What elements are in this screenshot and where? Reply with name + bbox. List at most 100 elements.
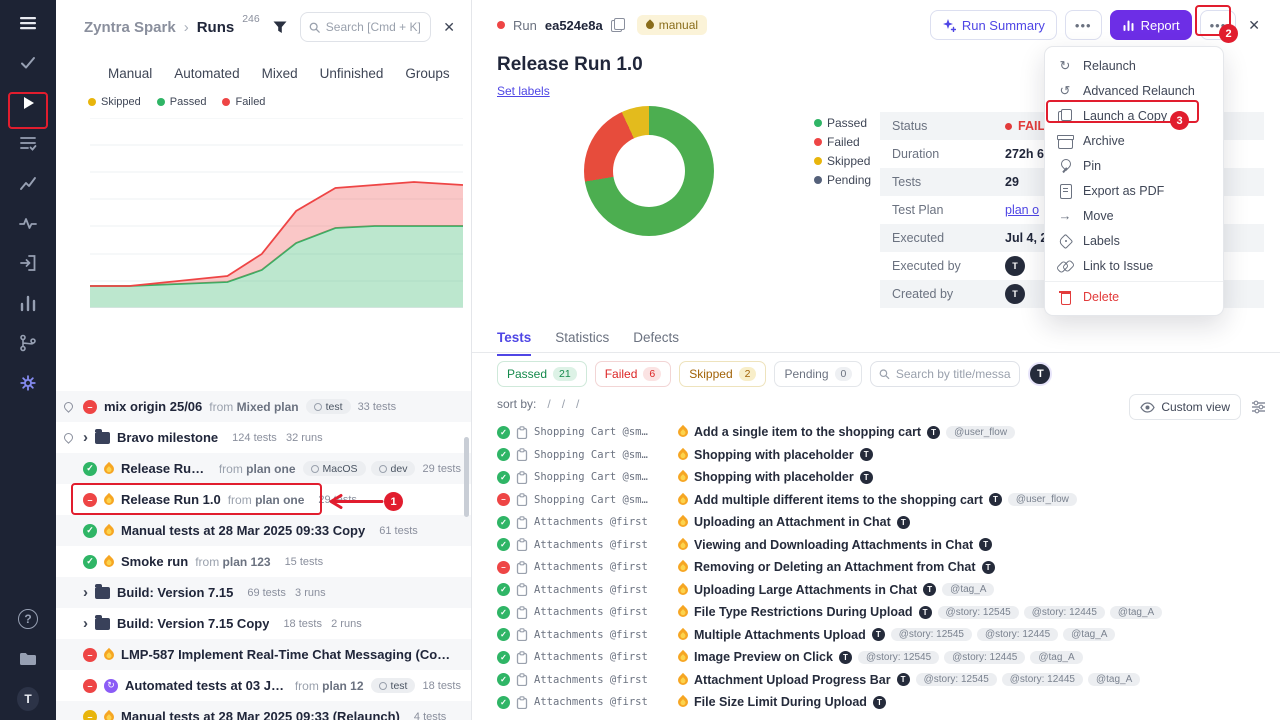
test-suite-name[interactable]: Attachments @first bbox=[534, 539, 672, 551]
menu-icon[interactable] bbox=[17, 12, 39, 34]
test-title[interactable]: Add a single item to the shopping cart bbox=[694, 425, 921, 439]
test-suite-name[interactable]: Attachments @first bbox=[534, 696, 672, 708]
test-title[interactable]: File Size Limit During Upload bbox=[694, 695, 867, 709]
test-row[interactable]: Attachments @first Attachment Upload Pro… bbox=[472, 669, 1280, 692]
run-summary-button[interactable]: Run Summary bbox=[930, 10, 1057, 40]
test-suite-name[interactable]: Attachments @first bbox=[534, 561, 672, 573]
run-list-item[interactable]: Release Run 1.0 Copy from plan one MacOS… bbox=[56, 453, 471, 484]
runs-tab[interactable]: Mixed bbox=[262, 66, 298, 81]
menu-item[interactable]: Move bbox=[1045, 203, 1223, 228]
runs-search[interactable] bbox=[300, 12, 432, 42]
test-suite-name[interactable]: Shopping Cart @sm… bbox=[534, 494, 672, 506]
menu-item[interactable]: Pin bbox=[1045, 153, 1223, 178]
branch-icon[interactable] bbox=[17, 332, 39, 354]
menu-item[interactable]: Advanced Relaunch bbox=[1045, 78, 1223, 103]
from-plan-name[interactable]: plan 123 bbox=[223, 555, 271, 569]
close-run-detail-icon[interactable]: ✕ bbox=[1244, 15, 1264, 36]
runs-search-input[interactable] bbox=[326, 20, 422, 34]
test-row[interactable]: Attachments @first Uploading an Attachme… bbox=[472, 511, 1280, 534]
runs-tab[interactable]: Manual bbox=[108, 66, 152, 81]
close-runs-panel-icon[interactable]: ✕ bbox=[439, 17, 459, 38]
run-list-item[interactable]: Manual tests at 28 Mar 2025 09:33 (Relau… bbox=[56, 701, 471, 720]
menu-item[interactable]: Relaunch bbox=[1045, 53, 1223, 78]
test-title[interactable]: Uploading an Attachment in Chat bbox=[694, 515, 891, 529]
test-title[interactable]: Multiple Attachments Upload bbox=[694, 628, 866, 642]
help-icon[interactable]: ? bbox=[17, 608, 39, 630]
sort-option-link[interactable] bbox=[542, 397, 550, 411]
from-plan-name[interactable]: plan 12 bbox=[322, 679, 363, 693]
run-list-item[interactable]: Release Run 1.0 from plan one 29 tests bbox=[56, 484, 471, 515]
run-list-item[interactable]: Smoke run from plan 123 15 tests bbox=[56, 546, 471, 577]
test-title[interactable]: Attachment Upload Progress Bar bbox=[694, 673, 891, 687]
test-suite-name[interactable]: Attachments @first bbox=[534, 651, 672, 663]
filter-funnel-icon[interactable] bbox=[268, 15, 292, 39]
test-suite-name[interactable]: Shopping Cart @sm… bbox=[534, 426, 672, 438]
projects-folder-icon[interactable] bbox=[17, 648, 39, 670]
run-list-item[interactable]: mix origin 25/06 from Mixed plan test 33… bbox=[56, 391, 471, 422]
custom-view-button[interactable]: Custom view bbox=[1129, 394, 1241, 420]
test-row[interactable]: Attachments @first File Type Restriction… bbox=[472, 601, 1280, 624]
menu-item[interactable]: Export as PDF bbox=[1045, 178, 1223, 203]
header-more-button-1[interactable]: ••• bbox=[1065, 10, 1102, 40]
scrollbar-thumb[interactable] bbox=[464, 437, 469, 517]
menu-item[interactable]: Launch a Copy bbox=[1045, 103, 1223, 128]
test-title[interactable]: Image Preview on Click bbox=[694, 650, 833, 664]
report-bars-icon[interactable] bbox=[17, 292, 39, 314]
tests-search[interactable] bbox=[870, 361, 1020, 387]
tests-search-input[interactable] bbox=[896, 367, 1012, 381]
runs-play-icon[interactable] bbox=[17, 92, 39, 114]
from-plan-name[interactable]: plan one bbox=[246, 462, 295, 476]
sort-option-link[interactable] bbox=[557, 397, 565, 411]
test-suite-name[interactable]: Attachments @first bbox=[534, 584, 672, 596]
run-list-item[interactable]: Manual tests at 28 Mar 2025 09:33 Copy 6… bbox=[56, 515, 471, 546]
test-row[interactable]: Attachments @first File Size Limit Durin… bbox=[472, 691, 1280, 714]
view-settings-sliders-icon[interactable] bbox=[1251, 400, 1266, 414]
test-title[interactable]: Viewing and Downloading Attachments in C… bbox=[694, 538, 973, 552]
import-icon[interactable] bbox=[17, 252, 39, 274]
check-icon[interactable] bbox=[17, 52, 39, 74]
from-plan-name[interactable]: Mixed plan bbox=[237, 400, 299, 414]
from-plan-name[interactable]: plan one bbox=[255, 493, 304, 507]
test-row[interactable]: Shopping Cart @sm… Add a single item to … bbox=[472, 421, 1280, 444]
project-name[interactable]: Zyntra Spark bbox=[84, 19, 176, 36]
test-suite-name[interactable]: Attachments @first bbox=[534, 606, 672, 618]
test-title[interactable]: Add multiple different items to the shop… bbox=[694, 493, 983, 507]
test-title[interactable]: Removing or Deleting an Attachment from … bbox=[694, 560, 976, 574]
runs-tab[interactable]: Unfinished bbox=[320, 66, 384, 81]
test-suite-name[interactable]: Shopping Cart @sm… bbox=[534, 471, 672, 483]
test-row[interactable]: Attachments @first Multiple Attachments … bbox=[472, 624, 1280, 647]
test-row[interactable]: Attachments @first Image Preview on Clic… bbox=[472, 646, 1280, 669]
app-logo[interactable]: T bbox=[17, 688, 39, 710]
status-filter-button[interactable]: Skipped 2 bbox=[679, 361, 766, 387]
test-title[interactable]: Shopping with placeholder bbox=[694, 448, 854, 462]
run-list-item[interactable]: › Bravo milestone 124 tests 32 runs bbox=[56, 422, 471, 453]
test-title[interactable]: File Type Restrictions During Upload bbox=[694, 605, 913, 619]
test-row[interactable]: Shopping Cart @sm… Shopping with placeho… bbox=[472, 466, 1280, 489]
test-row[interactable]: Shopping Cart @sm… Shopping with placeho… bbox=[472, 444, 1280, 467]
chevron-right-icon[interactable]: › bbox=[83, 585, 88, 600]
settings-gear-icon[interactable] bbox=[17, 372, 39, 394]
run-list-item[interactable]: LMP-587 Implement Real-Time Chat Messagi… bbox=[56, 639, 471, 670]
checklist-icon[interactable] bbox=[17, 132, 39, 154]
run-list-item[interactable]: Automated tests at 03 Jul 2025 13:25 fro… bbox=[56, 670, 471, 701]
runs-tab[interactable]: Groups bbox=[405, 66, 449, 81]
pulse-icon[interactable] bbox=[17, 212, 39, 234]
test-title[interactable]: Uploading Large Attachments in Chat bbox=[694, 583, 917, 597]
menu-item[interactable]: Labels bbox=[1045, 228, 1223, 253]
run-list-item[interactable]: › Build: Version 7.15 69 tests 3 runs bbox=[56, 577, 471, 608]
chevron-right-icon[interactable]: › bbox=[83, 430, 88, 445]
status-filter-button[interactable]: Passed 21 bbox=[497, 361, 587, 387]
test-row[interactable]: Shopping Cart @sm… Add multiple differen… bbox=[472, 489, 1280, 512]
set-labels-link[interactable]: Set labels bbox=[472, 76, 550, 98]
test-suite-name[interactable]: Shopping Cart @sm… bbox=[534, 449, 672, 461]
report-button[interactable]: Report bbox=[1110, 10, 1192, 40]
test-title[interactable]: Shopping with placeholder bbox=[694, 470, 854, 484]
menu-item[interactable]: Link to Issue bbox=[1045, 253, 1223, 278]
runs-tab[interactable]: Automated bbox=[174, 66, 239, 81]
chevron-right-icon[interactable]: › bbox=[83, 616, 88, 631]
test-suite-name[interactable]: Attachments @first bbox=[534, 516, 672, 528]
analytics-icon[interactable] bbox=[17, 172, 39, 194]
test-suite-name[interactable]: Attachments @first bbox=[534, 674, 672, 686]
menu-item[interactable]: Delete bbox=[1045, 281, 1223, 309]
copy-run-id-icon[interactable] bbox=[611, 18, 625, 32]
